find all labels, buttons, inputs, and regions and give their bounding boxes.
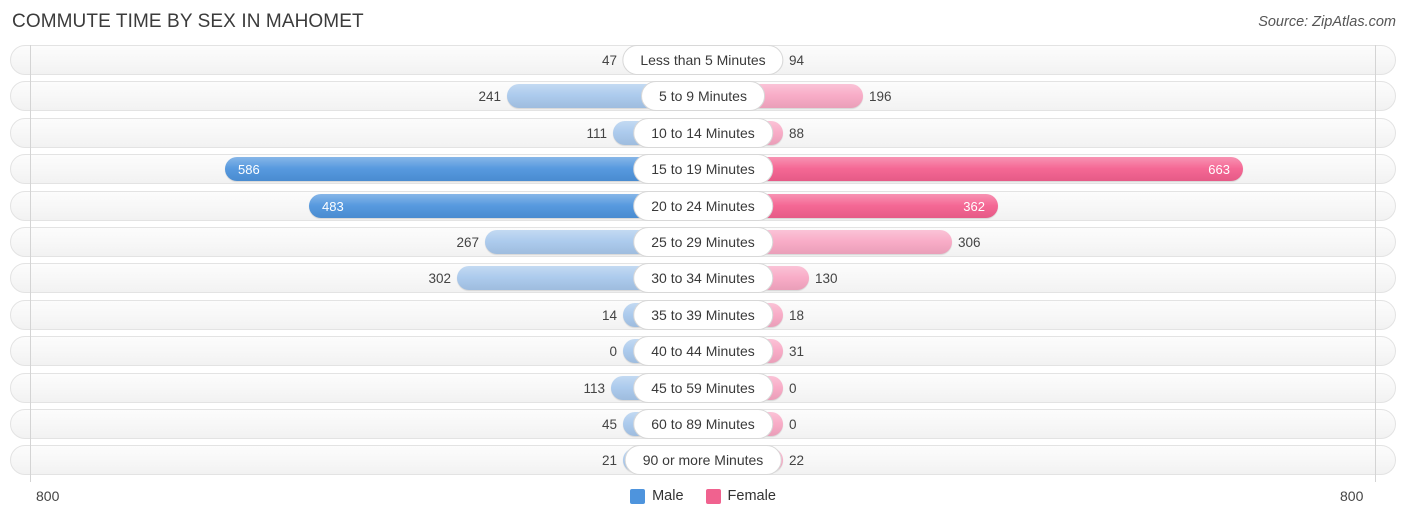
source-attribution: Source: ZipAtlas.com [1258,14,1396,30]
bar-rows-container: 47 94 Less than 5 Minutes 241 196 5 to 9 Minu… [0,45,1406,482]
value-label-female: 31 [789,344,805,360]
value-label-male: 483 [322,198,344,214]
category-label: 10 to 14 Minutes [633,117,773,148]
value-label-female: 0 [789,416,797,432]
value-label-male: 45 [601,416,617,432]
value-label-male: 267 [456,234,479,250]
table-row: 0 31 40 to 44 Minutes [10,336,1396,367]
chart-legend: Male Female [0,488,1406,504]
value-label-female: 663 [1208,162,1230,178]
value-label-female: 130 [815,271,838,287]
value-label-male: 111 [586,125,607,141]
table-row: 21 22 90 or more Minutes [10,445,1396,476]
value-label-male: 21 [601,453,617,469]
chart-header: COMMUTE TIME BY SEX IN MAHOMET Source: Z… [0,0,1406,45]
value-label-female: 88 [789,125,805,141]
value-label-female: 18 [789,307,805,323]
table-row: 113 0 45 to 59 Minutes [10,372,1396,403]
legend-swatch-icon [630,488,646,504]
table-row: 267 306 25 to 29 Minutes [10,226,1396,257]
category-label: 25 to 29 Minutes [633,226,773,257]
category-label: 20 to 24 Minutes [633,190,773,221]
category-label: Less than 5 Minutes [622,45,784,75]
value-label-female: 94 [789,53,805,68]
value-label-male: 14 [601,307,617,323]
category-label: 60 to 89 Minutes [633,408,773,439]
table-row: 45 0 60 to 89 Minutes [10,408,1396,439]
legend-item-male[interactable]: Male [630,488,684,504]
legend-label: Male [652,488,684,504]
value-label-female: 362 [963,198,985,214]
category-label: 90 or more Minutes [624,445,782,476]
category-label: 40 to 44 Minutes [633,336,773,367]
page-title: COMMUTE TIME BY SEX IN MAHOMET [12,11,364,32]
value-label-female: 22 [789,453,805,469]
bar-female [703,157,1243,182]
table-row: 302 130 30 to 34 Minutes [10,263,1396,294]
value-label-male: 586 [238,162,260,178]
table-row: 241 196 5 to 9 Minutes [10,81,1396,112]
legend-label: Female [727,488,776,504]
value-label-male: 0 [609,344,617,360]
table-row: 586 663 15 to 19 Minutes [10,154,1396,185]
category-label: 30 to 34 Minutes [633,263,773,294]
legend-item-female[interactable]: Female [705,488,776,504]
table-row: 483 362 20 to 24 Minutes [10,190,1396,221]
bar-male [225,157,703,182]
chart-footer: 800 800 Male Female [0,482,1406,523]
category-label: 35 to 39 Minutes [633,299,773,330]
value-label-male: 47 [601,53,617,68]
table-row: 111 88 10 to 14 Minutes [10,117,1396,148]
value-label-male: 113 [583,380,605,396]
chart-plot-area: 47 94 Less than 5 Minutes 241 196 5 to 9 Minu… [0,45,1406,482]
value-label-female: 0 [789,380,797,396]
category-label: 45 to 59 Minutes [633,372,773,403]
table-row: 14 18 35 to 39 Minutes [10,299,1396,330]
category-label: 5 to 9 Minutes [641,81,765,112]
legend-swatch-icon [705,488,721,504]
value-label-male: 241 [478,89,501,105]
value-label-female: 306 [958,234,981,250]
table-row: 47 94 Less than 5 Minutes [10,45,1396,75]
value-label-male: 302 [428,271,451,287]
category-label: 15 to 19 Minutes [633,154,773,185]
value-label-female: 196 [869,89,892,105]
